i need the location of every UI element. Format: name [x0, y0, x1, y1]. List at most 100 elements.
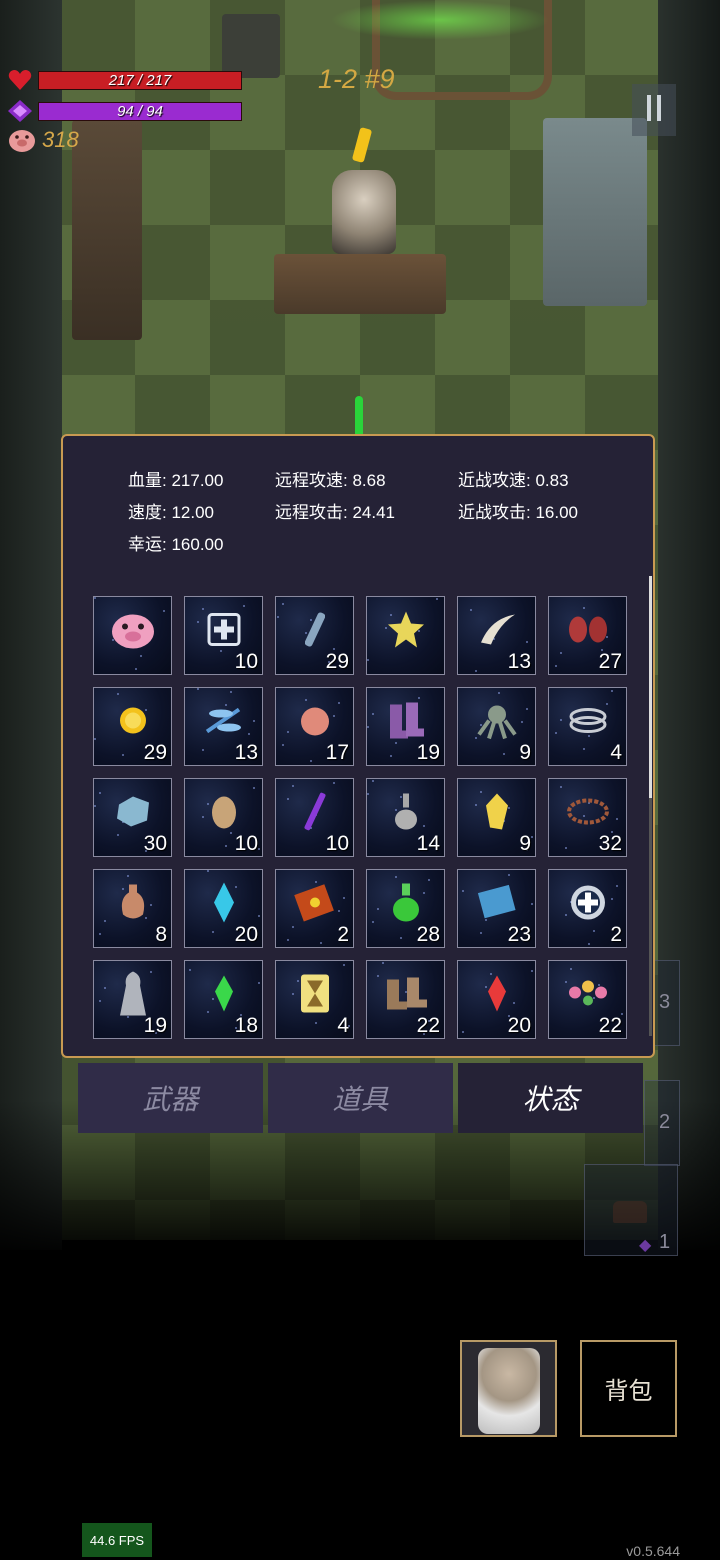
inventory-slot[interactable]: 10 — [275, 778, 354, 857]
inventory-slot[interactable]: 20 — [457, 960, 536, 1039]
slot-count: 17 — [325, 741, 349, 764]
character-face-icon — [478, 1348, 540, 1434]
tab-weapons-label: 武器 — [142, 1084, 199, 1115]
tab-items[interactable]: 道具 — [268, 1063, 453, 1133]
red-gloves-icon — [565, 614, 611, 649]
hp-bar: 217 / 217 — [38, 70, 242, 90]
old-man-npc[interactable] — [332, 170, 396, 254]
inventory-slot[interactable]: 19 — [93, 960, 172, 1039]
inventory-slot[interactable]: 18 — [184, 960, 263, 1039]
slot-count: 9 — [519, 832, 531, 855]
scrollbar-thumb[interactable] — [649, 576, 652, 798]
fps-counter: 44.6 FPS — [82, 1523, 152, 1557]
pause-button[interactable] — [632, 84, 676, 136]
mp-row: 94 / 94 — [8, 100, 242, 122]
tab-weapons[interactable]: 武器 — [78, 1063, 263, 1133]
stat-label: 速度: — [128, 503, 167, 522]
wooden-table — [274, 254, 446, 314]
stat-value: 12.00 — [171, 503, 215, 522]
vial-icon — [304, 609, 325, 654]
slot-count: 13 — [234, 741, 258, 764]
pig-coin-icon — [9, 130, 35, 152]
inventory-slot[interactable]: 20 — [184, 869, 263, 948]
fang-icon — [477, 612, 517, 651]
slot-count: 14 — [416, 832, 440, 855]
inventory-slot[interactable]: 28 — [366, 869, 445, 948]
stat-value: 217.00 — [171, 471, 224, 490]
stat-label: 幸运: — [128, 535, 167, 554]
stat-luck: 幸运: 160.00 — [128, 530, 223, 555]
hat-icon — [613, 1201, 647, 1223]
shield-cross-icon — [569, 883, 607, 926]
inventory-slot[interactable]: 10 — [184, 778, 263, 857]
gold-coin-icon — [117, 704, 149, 741]
inventory-slot[interactable]: 22 — [548, 960, 627, 1039]
player-marker — [355, 396, 363, 434]
inventory-slot[interactable]: 19 — [366, 687, 445, 766]
inventory-slot[interactable]: 2 — [275, 869, 354, 948]
inventory-slot[interactable]: 17 — [275, 687, 354, 766]
stat-hp: 血量: 217.00 — [128, 466, 223, 491]
spell-book-icon — [293, 882, 336, 927]
slot-count: 23 — [507, 923, 531, 946]
inventory-slot[interactable]: 22 — [366, 960, 445, 1039]
flower-wreath-icon — [565, 976, 611, 1015]
inventory-slot[interactable]: 9 — [457, 778, 536, 857]
left-wall — [0, 0, 62, 1250]
tab-status-label: 状态 — [522, 1084, 579, 1115]
tab-status[interactable]: 状态 — [458, 1063, 643, 1133]
side-slot-c-count: 1 — [659, 1231, 671, 1253]
stat-label: 远程攻速: — [275, 471, 348, 490]
slot-count: 2 — [337, 923, 349, 946]
inventory-slot[interactable]: 29 — [93, 687, 172, 766]
slot-count: 4 — [610, 741, 622, 764]
inventory-slot[interactable]: 30 — [93, 778, 172, 857]
stat-label: 血量: — [128, 471, 167, 490]
slot-count: 19 — [416, 741, 440, 764]
slot-count: 10 — [325, 832, 349, 855]
piggy-bank-icon — [110, 609, 156, 654]
inventory-slot[interactable]: 4 — [548, 687, 627, 766]
inventory-slot[interactable]: 2 — [548, 869, 627, 948]
yellow-star-crystal-icon — [386, 609, 426, 654]
slot-count: 9 — [519, 741, 531, 764]
shelf-prop — [72, 120, 142, 340]
bag-button[interactable]: 背包 — [580, 1340, 677, 1437]
medkit-icon — [207, 612, 241, 651]
hp-row: 217 / 217 — [8, 69, 242, 91]
clay-vase-icon — [117, 882, 149, 927]
inventory-slot[interactable]: 10 — [184, 596, 263, 675]
inventory-slot[interactable]: 9 — [457, 687, 536, 766]
green-potion-icon — [390, 881, 422, 928]
inventory-slot[interactable]: 8 — [93, 869, 172, 948]
inventory-slot[interactable]: 13 — [184, 687, 263, 766]
level-indicator: 1-2 #9 — [318, 64, 395, 94]
inventory-slot[interactable]: 4 — [275, 960, 354, 1039]
character-portrait[interactable] — [460, 1340, 557, 1437]
green-glow — [330, 0, 550, 40]
octopus-icon — [475, 698, 519, 747]
green-crystal-icon — [213, 973, 235, 1018]
mp-text: 94 / 94 — [117, 102, 163, 120]
inventory-slot[interactable]: 29 — [275, 596, 354, 675]
inventory-slot[interactable]: 32 — [548, 778, 627, 857]
stone-altar — [543, 118, 647, 306]
slot-count: 29 — [325, 650, 349, 673]
coin-count: 318 — [42, 127, 79, 152]
stat-value: 24.41 — [352, 503, 396, 522]
inventory-slot[interactable]: 23 — [457, 869, 536, 948]
inventory-slot[interactable]: 14 — [366, 778, 445, 857]
slot-count: 28 — [416, 923, 440, 946]
inventory-slot[interactable]: 13 — [457, 596, 536, 675]
slot-count: 13 — [507, 650, 531, 673]
inventory-slot[interactable] — [366, 596, 445, 675]
inventory-scrollbar[interactable] — [649, 576, 652, 1036]
gem-icon: ◆ — [639, 1237, 652, 1254]
blue-crystal-icon — [212, 880, 236, 929]
side-slot-b[interactable]: 2 — [644, 1080, 680, 1166]
slot-count: 20 — [507, 1014, 531, 1037]
inventory-slot[interactable]: 27 — [548, 596, 627, 675]
side-slot-c[interactable]: ◆ 1 — [584, 1164, 678, 1256]
inventory-slot[interactable] — [93, 596, 172, 675]
stat-value: 160.00 — [171, 535, 224, 554]
